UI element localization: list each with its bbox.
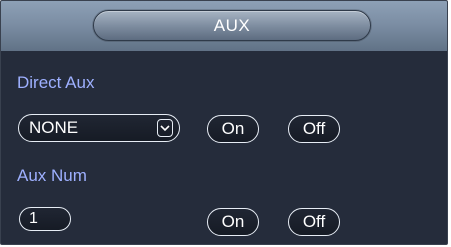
direct-aux-select[interactable]: NONE	[18, 114, 180, 142]
direct-aux-select-value: NONE	[29, 118, 79, 137]
direct-aux-label: Direct Aux	[17, 73, 95, 92]
title-bar: AUX	[93, 10, 371, 41]
aux-num-on-button[interactable]: On	[207, 208, 259, 236]
aux-dialog: AUX Direct Aux NONE On Off Aux Num 1 On …	[0, 0, 448, 245]
dialog-header: AUX	[1, 1, 447, 51]
chevron-down-icon[interactable]	[157, 119, 173, 137]
aux-num-off-button[interactable]: Off	[288, 208, 340, 236]
direct-aux-off-button[interactable]: Off	[288, 115, 340, 143]
dialog-title: AUX	[213, 15, 251, 35]
aux-num-input[interactable]: 1	[19, 207, 71, 231]
aux-num-label: Aux Num	[17, 166, 87, 185]
direct-aux-on-button[interactable]: On	[207, 115, 259, 143]
